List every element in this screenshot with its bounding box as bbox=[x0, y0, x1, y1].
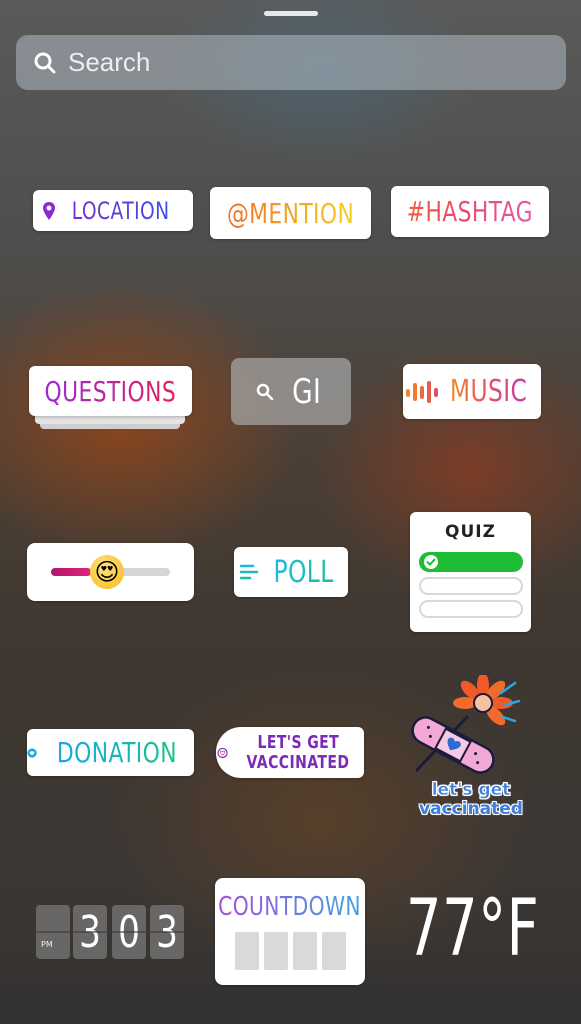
bandage-flower-icon bbox=[411, 675, 521, 774]
quiz-option-correct bbox=[418, 552, 523, 572]
heart-icon bbox=[27, 747, 37, 758]
check-icon bbox=[423, 555, 438, 569]
hashtag-sticker[interactable]: #HASHTAG bbox=[391, 186, 549, 237]
vaccinated-art-text: let's get vaccinated bbox=[405, 780, 537, 819]
search-placeholder: Search bbox=[68, 47, 151, 77]
mention-sticker[interactable]: @MENTION bbox=[210, 187, 371, 239]
drag-handle[interactable] bbox=[264, 11, 318, 16]
temperature-sticker[interactable]: 77°F bbox=[400, 884, 545, 974]
quiz-option bbox=[418, 577, 523, 595]
gif-label: GI bbox=[292, 371, 322, 412]
countdown-label: COUNTDOWN bbox=[218, 892, 362, 922]
vaccinated-badge-line2: VACCINATED bbox=[246, 751, 350, 773]
search-icon bbox=[257, 383, 274, 400]
vaccinated-art-line1: let's get bbox=[431, 780, 511, 800]
search-bar[interactable]: Search bbox=[16, 35, 566, 90]
countdown-slot bbox=[263, 932, 288, 970]
time-sticker[interactable]: PM 3 0 3 bbox=[36, 905, 186, 961]
poll-lines-icon bbox=[240, 564, 259, 580]
quiz-option bbox=[418, 600, 523, 618]
location-sticker[interactable]: LOCATION bbox=[33, 190, 193, 231]
countdown-sticker[interactable]: COUNTDOWN bbox=[215, 878, 365, 985]
countdown-slot bbox=[292, 932, 317, 970]
vaccinated-art-line2: vaccinated bbox=[419, 799, 523, 819]
quiz-sticker[interactable]: QUIZ bbox=[410, 512, 531, 632]
hashtag-label: #HASHTAG bbox=[406, 195, 534, 228]
slider-emoji: 😍 bbox=[94, 558, 120, 586]
search-icon bbox=[34, 52, 56, 73]
quiz-title: QUIZ bbox=[445, 522, 496, 542]
time-period: PM bbox=[41, 940, 53, 949]
donation-label: DONATION bbox=[57, 736, 178, 769]
gif-sticker[interactable]: GI bbox=[231, 358, 351, 425]
time-split-line bbox=[36, 931, 184, 933]
music-sticker[interactable]: MUSIC bbox=[403, 364, 541, 419]
music-label: MUSIC bbox=[450, 374, 528, 409]
donation-sticker[interactable]: DONATION bbox=[27, 729, 194, 776]
vaccinated-badge-line1: LET'S GET bbox=[257, 731, 339, 753]
countdown-slot bbox=[234, 932, 259, 970]
music-bars-icon bbox=[406, 380, 439, 403]
slider-fill bbox=[51, 568, 92, 576]
heart-eyes-emoji[interactable]: 😍 bbox=[90, 555, 124, 589]
location-label: LOCATION bbox=[72, 196, 170, 225]
questions-label: QUESTIONS bbox=[44, 374, 177, 408]
countdown-slots bbox=[234, 932, 346, 970]
emoji-slider-sticker[interactable]: 😍 bbox=[27, 543, 194, 601]
poll-sticker[interactable]: POLL bbox=[234, 547, 348, 597]
countdown-slot bbox=[321, 932, 346, 970]
vaccinated-badge-sticker[interactable]: LET'S GET VACCINATED bbox=[216, 727, 364, 778]
poll-label: POLL bbox=[273, 554, 335, 590]
location-pin-icon bbox=[43, 201, 56, 220]
questions-sticker[interactable]: QUESTIONS bbox=[29, 366, 192, 416]
mention-label: @MENTION bbox=[226, 196, 355, 230]
heart-badge-icon bbox=[217, 747, 228, 758]
vaccinated-badge-text: LET'S GET VACCINATED bbox=[232, 731, 364, 773]
vaccinated-art-sticker[interactable]: let's get vaccinated bbox=[405, 675, 537, 825]
temperature-label: 77°F bbox=[405, 884, 540, 974]
